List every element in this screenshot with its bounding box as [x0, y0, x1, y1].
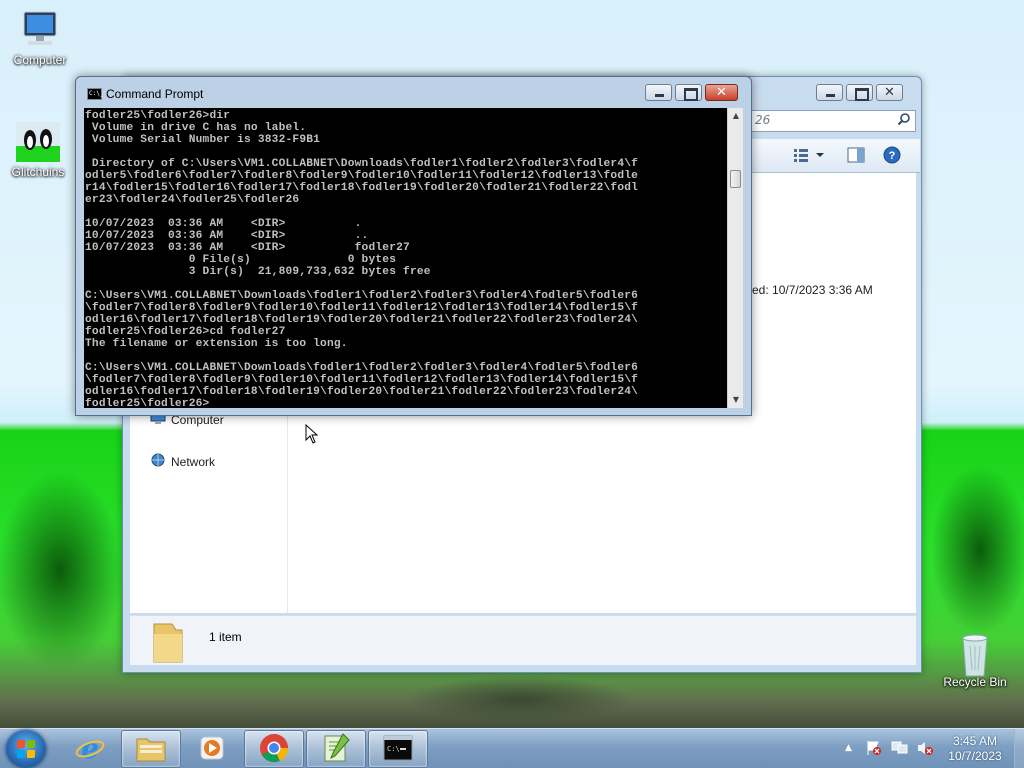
taskbar-app-file-explorer[interactable] [121, 730, 181, 768]
system-clock[interactable]: 3:45 AM 10/7/2023 [940, 734, 1010, 764]
desktop-icon-recycle-bin[interactable]: Recycle Bin [937, 632, 1013, 689]
console-line: odler16\fodler17\fodler18\fodler19\fodle… [85, 386, 639, 398]
item-count: 1 item [209, 630, 242, 644]
console-line: odler5\fodler6\fodler7\fodler8\fodler9\f… [85, 170, 639, 182]
glitchuins-icon [16, 122, 60, 162]
nav-item-network[interactable]: Network [150, 453, 215, 470]
console-output[interactable]: fodler25\fodler26>dir Volume in drive C … [84, 108, 727, 408]
help-icon[interactable]: ? [883, 146, 901, 167]
explorer-window-controls: ✕ [816, 84, 903, 101]
taskbar-app-internet-explorer[interactable]: e [60, 730, 120, 768]
desktop-icon-computer[interactable]: Computer [2, 10, 78, 67]
close-button[interactable]: ✕ [876, 84, 903, 101]
clock-time: 3:45 AM [952, 734, 998, 748]
console-line: 10/07/2023 03:36 AM <DIR> . [85, 218, 362, 230]
folder-icon [150, 620, 186, 667]
console-line: 10/07/2023 03:36 AM <DIR> fodler27 [85, 242, 410, 254]
view-options-icon[interactable] [792, 147, 826, 166]
preview-pane-icon[interactable] [847, 147, 865, 166]
command-prompt-icon: C:\ [383, 735, 413, 764]
desktop-icon-label: Computer [13, 53, 67, 67]
scrollbar-thumb[interactable] [730, 170, 741, 188]
close-button[interactable]: ✕ [705, 84, 738, 101]
svg-text:e: e [81, 732, 99, 764]
svg-text:?: ? [889, 150, 896, 162]
show-desktop-button[interactable] [1014, 729, 1024, 768]
file-explorer-icon [135, 733, 167, 766]
search-icon[interactable] [897, 112, 911, 129]
show-hidden-icons-icon[interactable]: ▲ [845, 743, 852, 753]
console-line: C:\Users\VM1.COLLABNET\Downloads\fodler1… [85, 362, 639, 374]
console-line: \fodler7\fodler8\fodler9\fodler10\fodler… [85, 374, 639, 386]
command-prompt-icon: C:\_ [87, 88, 103, 100]
taskbar-app-chrome[interactable] [244, 730, 304, 768]
maximize-button[interactable] [846, 84, 873, 101]
console-line: odler16\fodler17\fodler18\fodler19\fodle… [85, 314, 639, 326]
chrome-icon [258, 732, 290, 767]
console-line: fodler25\fodler26>dir [85, 110, 231, 122]
details-pane: 1 item [130, 615, 916, 665]
notepad-plus-plus-icon [321, 732, 351, 767]
command-prompt-window[interactable]: C:\_ Command Prompt ✕ fodler25\fodler26>… [75, 76, 752, 416]
console-line: Volume in drive C has no label. [85, 122, 307, 134]
network-status-icon[interactable] [891, 740, 909, 759]
recycle-bin-icon [953, 632, 997, 677]
taskbar-app-notepad-plus-plus[interactable] [306, 730, 366, 768]
computer-icon [18, 10, 62, 50]
internet-explorer-icon: e [74, 732, 106, 767]
clock-date: 10/7/2023 [948, 749, 1002, 763]
media-player-icon [197, 733, 227, 766]
scroll-up-icon[interactable]: ▲ [728, 108, 744, 124]
maximize-button[interactable] [675, 84, 702, 101]
desktop-icon-label: Glitchuins [11, 165, 65, 179]
mouse-cursor-icon [305, 424, 319, 444]
console-line: \fodler7\fodler8\fodler9\fodler10\fodler… [85, 302, 639, 314]
cmd-window-controls: ✕ [645, 84, 738, 101]
desktop-icon-glitchuins[interactable]: Glitchuins [0, 122, 76, 179]
console-line: 0 File(s) 0 bytes [85, 254, 397, 266]
console-line: The filename or extension is too long. [85, 338, 348, 350]
date-modified-detail: ed: 10/7/2023 3:36 AM [752, 283, 873, 297]
scroll-down-icon[interactable]: ▼ [728, 392, 744, 408]
taskbar: e C:\ ▲ 3:45 AM 10/7/2023 [0, 728, 1024, 768]
console-line: C:\Users\VM1.COLLABNET\Downloads\fodler1… [85, 290, 639, 302]
console-line: 3 Dir(s) 21,809,733,632 bytes free [85, 266, 431, 278]
volume-muted-icon[interactable] [916, 740, 934, 759]
minimize-button[interactable] [645, 84, 672, 101]
console-line: 10/07/2023 03:36 AM <DIR> .. [85, 230, 369, 242]
console-line: r14\fodler15\fodler16\fodler17\fodler18\… [85, 182, 639, 194]
console-line: er23\fodler24\fodler25\fodler26 [85, 194, 300, 206]
minimize-button[interactable] [816, 84, 843, 101]
taskbar-app-command-prompt[interactable]: C:\ [368, 730, 428, 768]
svg-text:C:\: C:\ [387, 745, 400, 753]
console-line: fodler25\fodler26>cd fodler27 [85, 326, 286, 338]
start-button[interactable] [6, 730, 46, 768]
network-icon [150, 453, 166, 470]
vertical-scrollbar[interactable]: ▲ ▼ [727, 108, 743, 408]
window-title: Command Prompt [106, 87, 204, 101]
taskbar-app-media-player[interactable] [182, 730, 242, 768]
console-line: Directory of C:\Users\VM1.COLLABNET\Down… [85, 158, 639, 170]
console-line: Volume Serial Number is 3832-F9B1 [85, 134, 321, 146]
search-input[interactable]: 26 [750, 110, 916, 132]
console-line: fodler25\fodler26> [85, 398, 210, 408]
action-center-icon[interactable] [866, 740, 882, 759]
